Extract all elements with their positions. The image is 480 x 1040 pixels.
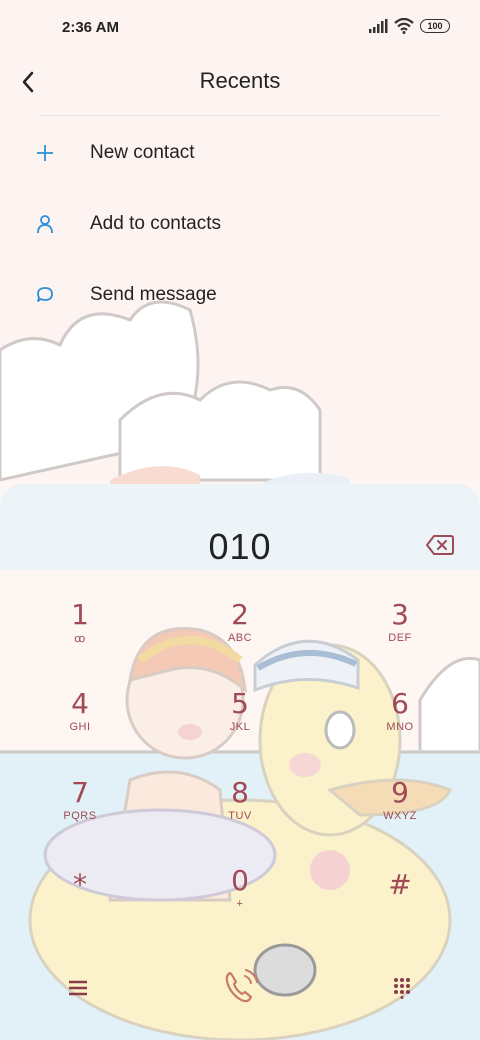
key-digit: 3 (391, 598, 409, 631)
key-5[interactable]: 5 JKL (190, 689, 290, 759)
chat-bubble-icon (34, 284, 56, 306)
new-contact-item[interactable]: New contact (0, 117, 480, 188)
key-1[interactable]: 1 ꝏ (30, 600, 130, 670)
new-contact-label: New contact (90, 141, 195, 163)
send-message-label: Send message (90, 283, 217, 305)
status-icons: 100 (368, 18, 450, 34)
battery-icon: 100 (420, 19, 450, 33)
key-6[interactable]: 6 MNO (350, 689, 450, 759)
key-8[interactable]: 8 TUV (190, 778, 290, 848)
keypad-toggle-button[interactable] (382, 968, 422, 1008)
key-letters: JKL (229, 721, 251, 733)
status-bar: 2:36 AM 100 (0, 0, 480, 56)
key-4[interactable]: 4 GHI (30, 689, 130, 759)
key-letters: PQRS (63, 810, 97, 822)
page-title: Recents (199, 68, 281, 93)
signal-icon (369, 19, 388, 33)
wifi-icon (394, 18, 414, 34)
header-divider (40, 115, 440, 116)
keypad-icon (394, 978, 410, 999)
send-message-item[interactable]: Send message (0, 259, 480, 330)
backspace-button[interactable] (425, 532, 455, 558)
dialed-number: 010 (208, 526, 272, 567)
key-digit: 8 (231, 776, 249, 809)
key-digit: 1 (71, 598, 89, 631)
key-star[interactable]: * (30, 870, 130, 940)
backspace-icon (426, 535, 454, 555)
key-7[interactable]: 7 PQRS (30, 778, 130, 848)
menu-icon (69, 980, 87, 996)
key-hash[interactable]: # (350, 870, 450, 940)
key-letters: GHI (69, 721, 91, 733)
key-letters: + (236, 898, 244, 910)
key-9[interactable]: 9 WXYZ (350, 778, 450, 848)
key-digit: 2 (231, 598, 249, 631)
key-digit: 6 (391, 687, 409, 720)
key-letters: MNO (386, 721, 414, 733)
key-digit: 0 (231, 864, 249, 897)
call-icon (225, 969, 258, 1003)
call-button[interactable] (212, 962, 268, 1012)
key-digit: 9 (391, 776, 409, 809)
key-letters: WXYZ (383, 810, 417, 822)
key-letters: DEF (388, 632, 412, 644)
status-time: 2:36 AM (62, 19, 119, 36)
person-icon (34, 213, 56, 235)
key-letters: ABC (227, 632, 253, 644)
key-2[interactable]: 2 ABC (190, 600, 290, 670)
recents-menu: New contact Add to contacts Send message (0, 117, 480, 330)
key-digit: * (73, 868, 87, 901)
key-digit: 7 (71, 776, 89, 809)
voicemail-icon: ꝏ (74, 633, 86, 645)
add-to-contacts-item[interactable]: Add to contacts (0, 188, 480, 259)
key-digit: 5 (231, 687, 249, 720)
key-letters: TUV (228, 810, 252, 822)
header: Recents (0, 58, 480, 114)
key-3[interactable]: 3 DEF (350, 600, 450, 670)
key-digit: 4 (71, 687, 89, 720)
plus-icon (34, 142, 56, 164)
key-digit: # (388, 868, 412, 901)
menu-button[interactable] (58, 968, 98, 1008)
add-to-contacts-label: Add to contacts (90, 212, 221, 234)
key-0[interactable]: 0 + (190, 866, 290, 936)
